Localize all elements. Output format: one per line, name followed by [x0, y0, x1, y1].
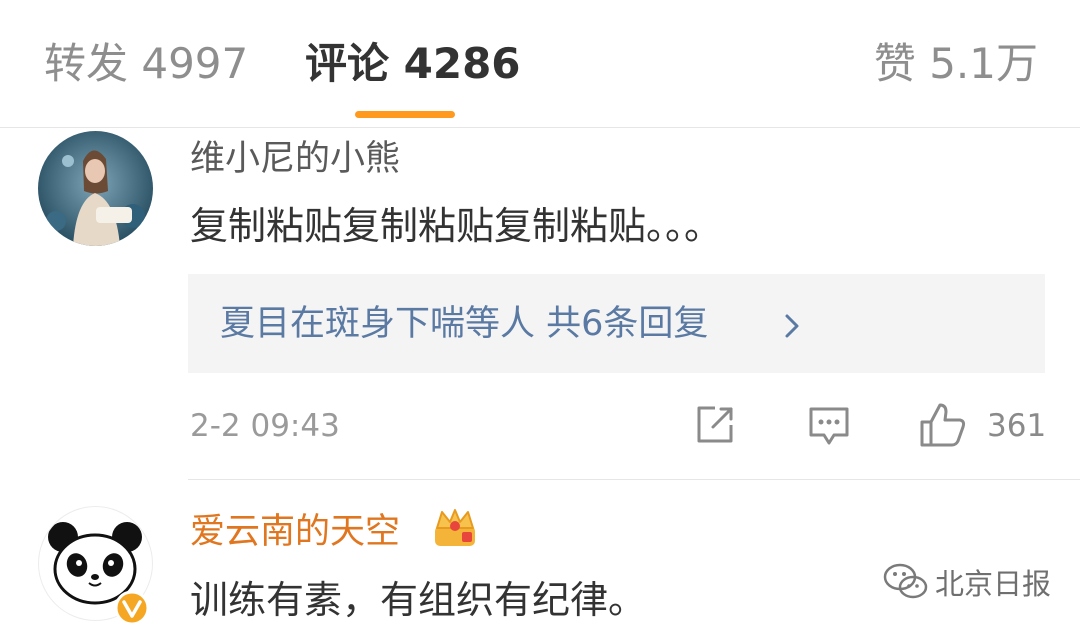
reply-preview-text[interactable]: 夏目在斑身下喘等人 共6条回复: [220, 300, 708, 348]
share-icon[interactable]: [693, 403, 737, 451]
avatar[interactable]: [38, 131, 153, 246]
comment-timestamp: 2-2 09:43: [190, 408, 340, 444]
comment-text: 复制粘贴复制粘贴复制粘贴。。。: [190, 204, 723, 248]
crown-icon: [432, 506, 478, 552]
chevron-right-icon: [782, 311, 802, 345]
wechat-icon: [882, 560, 930, 608]
comment-divider: [188, 479, 1080, 480]
comment-username[interactable]: 维小尼的小熊: [190, 137, 400, 181]
active-tab-indicator: [355, 111, 455, 118]
comment-icon[interactable]: [806, 403, 852, 453]
verified-badge-icon: [114, 590, 150, 630]
tab-repost[interactable]: 转发 4997: [44, 38, 248, 90]
tab-likes[interactable]: 赞 5.1万: [874, 38, 1038, 90]
comment-text: 训练有素，有组织有纪律。: [190, 578, 647, 622]
watermark-text: 北京日报: [935, 567, 1052, 601]
like-icon[interactable]: [918, 400, 968, 454]
comment-username[interactable]: 爱云南的天空: [190, 510, 400, 554]
tab-comments[interactable]: 评论 4286: [305, 38, 521, 90]
like-count: 361: [987, 408, 1047, 444]
tab-divider: [0, 127, 1080, 128]
